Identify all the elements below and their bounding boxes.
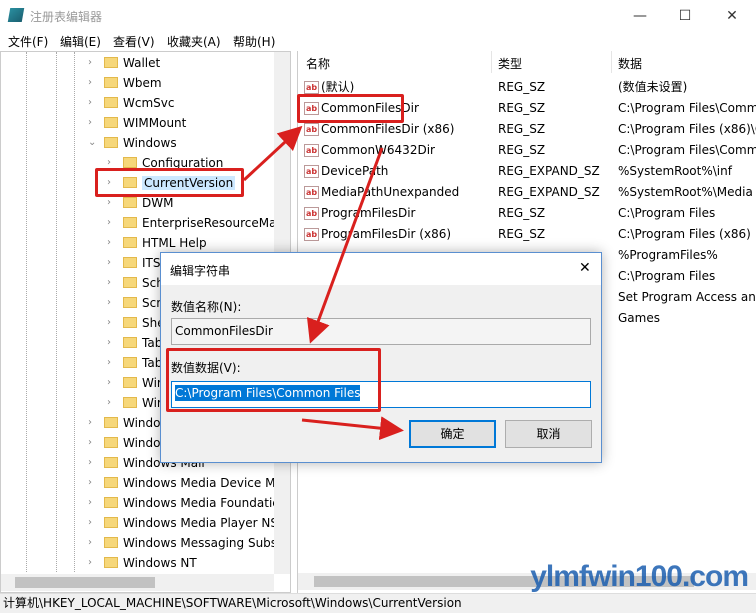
arrow-to-ok [301,416,404,441]
annotation-arrows [242,125,404,441]
arrow-to-dialog [306,147,384,344]
arrow-to-commonfilesdir [242,125,303,182]
watermark-logo: ylmfwin100.com [530,560,749,593]
